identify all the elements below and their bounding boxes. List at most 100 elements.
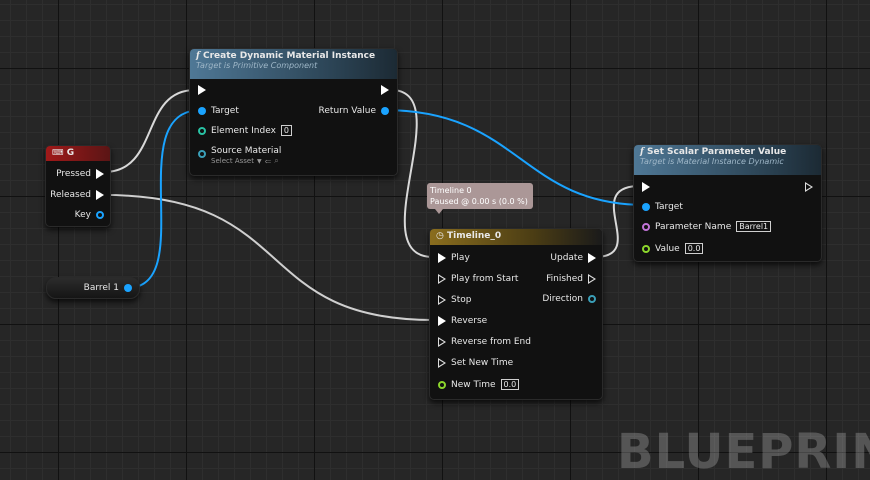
select-asset-dropdown[interactable]: Select Asset ▼ ⇐ ⌕ bbox=[211, 156, 281, 166]
element-index-label: Element Index bbox=[211, 125, 276, 136]
key-g-node[interactable]: ⌨ G Pressed Released Key bbox=[45, 145, 111, 227]
pressed-label: Pressed bbox=[56, 169, 91, 179]
value-pin[interactable]: Value 0.0 bbox=[642, 243, 704, 254]
cdmi-target-label: Target bbox=[211, 106, 239, 116]
key-node-header: ⌨ G bbox=[46, 146, 110, 161]
object-pin-icon[interactable] bbox=[198, 107, 206, 115]
object-pin-icon[interactable] bbox=[124, 284, 132, 292]
object-pin-icon[interactable] bbox=[642, 203, 650, 211]
object-ref-pin-icon[interactable] bbox=[198, 150, 206, 158]
tooltip-line-1: Timeline 0 bbox=[430, 186, 472, 195]
barrel-variable-node[interactable]: Barrel 1 bbox=[46, 277, 140, 299]
exec-out-icon[interactable] bbox=[588, 274, 596, 284]
exec-in-icon[interactable] bbox=[438, 358, 446, 368]
play-from-start-label: Play from Start bbox=[451, 274, 519, 284]
exec-out-icon[interactable] bbox=[96, 190, 104, 200]
reverse-label: Reverse bbox=[451, 316, 488, 326]
new-time-input[interactable]: 0.0 bbox=[500, 379, 520, 390]
timeline-node[interactable]: ◷ Timeline_0 Play Play from Start Stop R… bbox=[429, 228, 603, 400]
cdmi-subtitle: Target is Primitive Component bbox=[196, 61, 318, 70]
cdmi-element-index-pin[interactable]: Element Index 0 bbox=[198, 125, 292, 136]
tooltip-pointer bbox=[435, 209, 443, 214]
sspv-exec-out[interactable] bbox=[805, 182, 813, 192]
exec-wire-released bbox=[103, 194, 434, 321]
key-pin[interactable]: Key bbox=[75, 210, 104, 220]
finished-pin[interactable]: Finished bbox=[546, 274, 596, 284]
keyboard-icon: ⌨ bbox=[52, 148, 64, 157]
cdmi-exec-out[interactable] bbox=[381, 85, 389, 95]
new-time-label: New Time bbox=[451, 379, 496, 390]
exec-in-icon[interactable] bbox=[198, 85, 206, 95]
play-pin[interactable]: Play bbox=[438, 253, 470, 263]
exec-in-icon[interactable] bbox=[438, 295, 446, 305]
timeline-tooltip: Timeline 0 Paused @ 0.00 s (0.0 %) bbox=[427, 183, 533, 214]
cdmi-return-pin[interactable]: Return Value bbox=[319, 106, 389, 116]
use-selected-arrow-icon[interactable]: ⇐ bbox=[265, 157, 272, 166]
sspv-exec-in[interactable] bbox=[642, 182, 650, 192]
update-label: Update bbox=[550, 253, 583, 263]
browse-magnifier-icon[interactable]: ⌕ bbox=[274, 156, 278, 166]
stop-pin[interactable]: Stop bbox=[438, 295, 471, 305]
exec-out-icon[interactable] bbox=[805, 182, 813, 192]
float-pin-icon[interactable] bbox=[438, 380, 446, 389]
parameter-name-label: Parameter Name bbox=[655, 221, 732, 232]
select-asset-label: Select Asset bbox=[211, 157, 254, 165]
set-new-time-label: Set New Time bbox=[451, 358, 514, 368]
cdmi-exec-in[interactable] bbox=[198, 85, 206, 95]
direction-pin[interactable]: Direction bbox=[542, 294, 596, 304]
name-pin-icon[interactable] bbox=[642, 222, 650, 231]
key-label: Key bbox=[74, 210, 91, 220]
struct-pin-icon[interactable] bbox=[96, 211, 104, 219]
value-input[interactable]: 0.0 bbox=[684, 243, 704, 254]
play-from-start-pin[interactable]: Play from Start bbox=[438, 274, 518, 284]
clock-icon: ◷ bbox=[436, 231, 444, 241]
sspv-header: f Set Scalar Parameter Value Target is M… bbox=[634, 145, 821, 175]
exec-in-icon[interactable] bbox=[642, 182, 650, 192]
value-label: Value bbox=[655, 243, 680, 254]
sspv-target-label: Target bbox=[655, 202, 683, 212]
pressed-pin[interactable]: Pressed bbox=[56, 169, 104, 179]
released-pin[interactable]: Released bbox=[50, 190, 104, 200]
reverse-pin[interactable]: Reverse bbox=[438, 316, 487, 326]
int-pin-icon[interactable] bbox=[198, 126, 206, 135]
reverse-from-end-pin[interactable]: Reverse from End bbox=[438, 337, 531, 347]
cdmi-source-material-pin[interactable]: Source Material Select Asset ▼ ⇐ ⌕ bbox=[198, 146, 281, 166]
sspv-target-pin[interactable]: Target bbox=[642, 202, 683, 212]
element-index-input[interactable]: 0 bbox=[280, 125, 292, 136]
function-icon: f bbox=[196, 51, 200, 61]
exec-wire-pressed bbox=[103, 89, 196, 173]
play-label: Play bbox=[451, 253, 470, 263]
released-label: Released bbox=[50, 190, 91, 200]
barrel-output-pin[interactable]: Barrel 1 bbox=[84, 283, 132, 293]
cdmi-title: Create Dynamic Material Instance bbox=[203, 51, 376, 61]
update-pin[interactable]: Update bbox=[550, 253, 596, 263]
parameter-name-input[interactable]: Barrel1 bbox=[736, 221, 772, 232]
cdmi-target-pin[interactable]: Target bbox=[198, 106, 239, 116]
sspv-subtitle: Target is Material Instance Dynamic bbox=[640, 157, 784, 166]
source-material-label: Source Material bbox=[211, 146, 282, 156]
finished-label: Finished bbox=[546, 274, 583, 284]
exec-in-icon[interactable] bbox=[438, 274, 446, 284]
exec-out-icon[interactable] bbox=[96, 169, 104, 179]
chevron-down-icon[interactable]: ▼ bbox=[257, 158, 262, 165]
enum-pin-icon[interactable] bbox=[588, 295, 596, 303]
timeline-title: Timeline_0 bbox=[447, 231, 502, 241]
new-time-pin[interactable]: New Time 0.0 bbox=[438, 379, 520, 390]
blueprint-watermark: BLUEPRIN bbox=[617, 424, 870, 480]
exec-out-icon[interactable] bbox=[588, 253, 596, 263]
exec-in-icon[interactable] bbox=[438, 337, 446, 347]
sspv-title: Set Scalar Parameter Value bbox=[647, 147, 787, 157]
float-pin-icon[interactable] bbox=[642, 244, 650, 253]
set-scalar-parameter-value-node[interactable]: f Set Scalar Parameter Value Target is M… bbox=[633, 144, 822, 262]
cdmi-header: f Create Dynamic Material Instance Targe… bbox=[190, 49, 397, 79]
cdmi-return-label: Return Value bbox=[318, 106, 376, 116]
parameter-name-pin[interactable]: Parameter Name Barrel1 bbox=[642, 221, 772, 232]
create-dynamic-material-instance-node[interactable]: f Create Dynamic Material Instance Targe… bbox=[189, 48, 398, 176]
object-pin-icon[interactable] bbox=[381, 107, 389, 115]
exec-out-icon[interactable] bbox=[381, 85, 389, 95]
set-new-time-pin[interactable]: Set New Time bbox=[438, 358, 513, 368]
key-node-title: G bbox=[66, 148, 75, 158]
exec-in-icon[interactable] bbox=[438, 316, 446, 326]
exec-in-icon[interactable] bbox=[438, 253, 446, 263]
direction-label: Direction bbox=[542, 294, 583, 304]
